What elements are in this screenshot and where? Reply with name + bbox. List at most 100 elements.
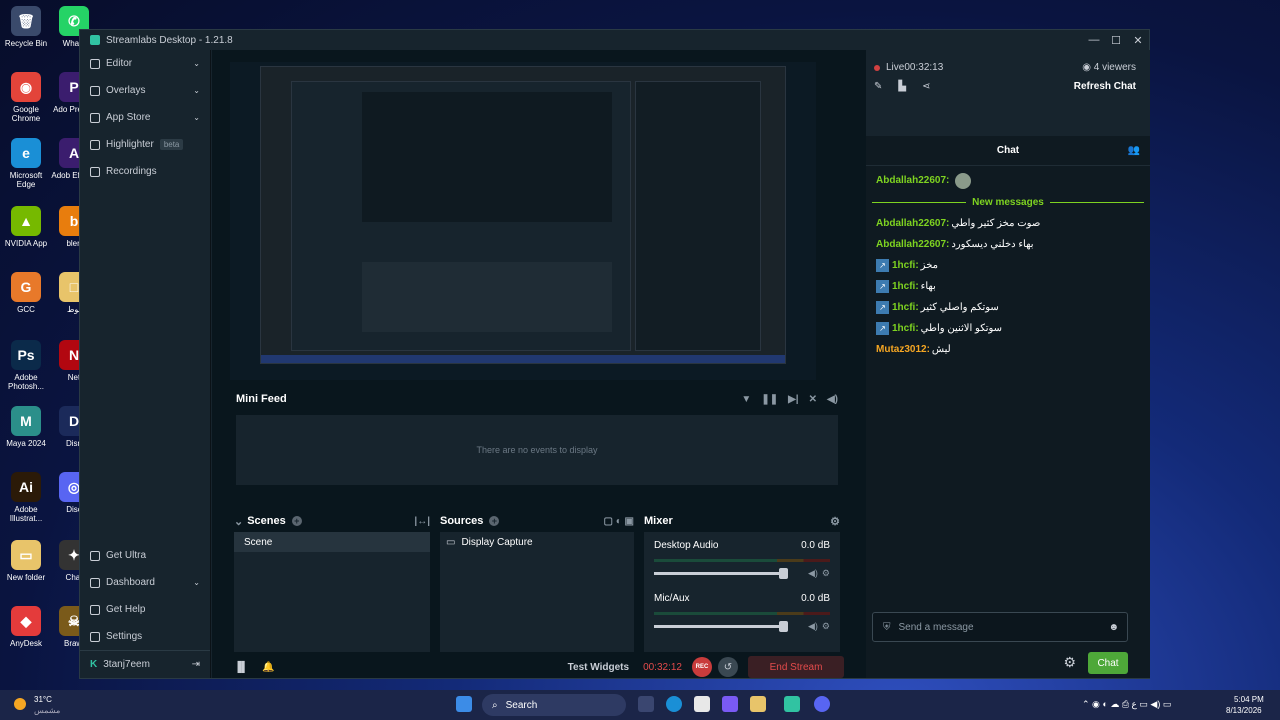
sidebar-item-dashboard[interactable]: Dashboard ⌄ [80, 569, 210, 596]
streamlabs-window: Streamlabs Desktop - 1.21.8 — ☐ ✕ Editor… [79, 29, 1150, 679]
mute-alerts-icon[interactable]: ✕ [809, 394, 817, 405]
source-tools-icon[interactable]: ▢ ◐ ▣ [604, 516, 635, 527]
discord-icon[interactable] [814, 696, 830, 712]
task-view-icon[interactable] [638, 696, 654, 712]
store-icon[interactable] [694, 696, 710, 712]
logout-icon[interactable]: ⇥ [192, 659, 200, 670]
chevron-down-icon: ⌄ [193, 578, 200, 587]
desktop-icon[interactable]: ▭ New folder [0, 540, 52, 582]
skip-icon[interactable]: ▶| [788, 394, 799, 405]
mini-feed: Mini Feed ▼ ❚❚ ▶| ✕ ◀) There are no even… [234, 387, 842, 499]
desktop-icon[interactable]: 🗑 Recycle Bin [0, 6, 52, 48]
chat-username[interactable]: Abdallah22607: [876, 218, 949, 229]
stats-icon[interactable]: ▐▌ [234, 662, 248, 673]
filter-icon[interactable]: ▼ [741, 394, 751, 405]
chat-username[interactable]: 1hcfi: [892, 323, 919, 334]
chat-text: بهاء [920, 281, 936, 292]
clock-date: 8/13/2026 [1226, 706, 1262, 715]
sidebar-item-get-ultra[interactable]: Get Ultra [80, 542, 210, 569]
close-button[interactable]: ✕ [1127, 34, 1149, 47]
sidebar-item-app-store[interactable]: App Store ⌄ [80, 104, 210, 131]
users-icon[interactable]: 👥 [1128, 145, 1140, 156]
desktop-icon[interactable]: Ps Adobe Photosh... [0, 340, 52, 391]
scene-item[interactable]: Scene [234, 532, 430, 552]
end-stream-button[interactable]: End Stream [748, 656, 844, 678]
volume-slider[interactable] [654, 568, 788, 579]
emoji-icon[interactable]: ☻ [1108, 622, 1119, 633]
desktop-icon[interactable]: M Maya 2024 [0, 406, 52, 448]
desktop-icon[interactable]: ▲ NVIDIA App [0, 206, 52, 248]
mixer-channel-desktop: Desktop Audio 0.0 dB ◀) ⚙ [644, 534, 840, 579]
desktop-icon[interactable]: ◉ Google Chrome [0, 72, 52, 123]
app-icon[interactable] [722, 696, 738, 712]
streamlabs-taskbar-icon[interactable] [784, 696, 800, 712]
chat-username[interactable]: Abdallah22607: [876, 239, 949, 250]
add-source-button[interactable]: + [489, 516, 500, 526]
chat-send-button[interactable]: Chat [1088, 652, 1128, 674]
refresh-chat-button[interactable]: Refresh Chat [1074, 81, 1136, 92]
volume-icon[interactable]: ◀) [827, 394, 838, 405]
edit-stream-icon[interactable]: ✎ [874, 81, 882, 92]
new-messages-separator: New messages [872, 191, 1144, 213]
desktop-icon[interactable]: G GCC [0, 272, 52, 314]
bell-icon[interactable]: 🔔 [262, 662, 274, 673]
taskbar-search[interactable]: ⌕ Search [482, 694, 626, 716]
gear-icon[interactable]: ⚙ [822, 568, 830, 579]
badge-icon: ↗ [876, 259, 889, 272]
sidebar-item-highlighter[interactable]: Highlighter beta [80, 131, 210, 158]
sidebar-item-label: Settings [106, 631, 143, 642]
send-message-field[interactable]: ⛨ Send a message ☻ [872, 612, 1128, 642]
shield-icon: ⛨ [883, 621, 891, 633]
gear-icon[interactable]: ⚙ [830, 515, 840, 528]
nested-taskbar [261, 355, 785, 363]
stream-preview[interactable] [230, 62, 816, 380]
scene-transition-icon[interactable]: |↔| [414, 516, 430, 527]
chat-username[interactable]: 1hcfi: [892, 260, 919, 271]
desktop-icon[interactable]: e Microsoft Edge [0, 138, 52, 189]
add-scene-button[interactable]: + [291, 516, 302, 526]
record-button[interactable]: REC [692, 657, 712, 677]
sidebar-item-label: Get Ultra [106, 550, 147, 561]
sidebar-item-recordings[interactable]: Recordings [80, 158, 210, 185]
search-icon: ⌕ [492, 699, 498, 711]
desktop-icon[interactable]: ◆ AnyDesk [0, 606, 52, 648]
sidebar-item-label: Dashboard [106, 577, 155, 588]
studio-mode-icon[interactable]: ▙ [898, 81, 906, 92]
test-widgets-button[interactable]: Test Widgets [568, 662, 629, 673]
source-item[interactable]: ▭ Display Capture [440, 532, 634, 552]
volume-slider[interactable] [654, 621, 788, 632]
minimize-button[interactable]: — [1083, 34, 1105, 47]
window-title: Streamlabs Desktop - 1.21.8 [106, 34, 233, 46]
sources-header: Sources + ▢ ◐ ▣ [440, 510, 634, 532]
pause-icon[interactable]: ❚❚ [761, 394, 778, 405]
user-row[interactable]: K 3tanj7eem ⇥ [80, 650, 210, 678]
sidebar-item-get-help[interactable]: Get Help [80, 596, 210, 623]
streamlabs-logo-icon [90, 35, 100, 45]
start-icon[interactable] [456, 696, 472, 712]
chat-message: ↗ 1hcfi: سوتكم واصلي كثير [866, 297, 1150, 318]
empty-events-text: There are no events to display [476, 445, 598, 455]
maximize-button[interactable]: ☐ [1105, 34, 1127, 47]
chat-username[interactable]: Abdallah22607: [876, 175, 949, 186]
slider-handle[interactable] [779, 568, 788, 579]
chat-username[interactable]: Mutaz3012: [876, 344, 930, 355]
speaker-icon[interactable]: ◀) [808, 621, 818, 632]
gear-icon[interactable]: ⚙ [1063, 654, 1076, 671]
chat-message: ↗ 1hcfi: سوتكو الاثنين واطي [866, 318, 1150, 339]
sidebar-item-overlays[interactable]: Overlays ⌄ [80, 77, 210, 104]
tray-icons[interactable]: ⌃ ◉ ◐ ☁ ⎙ ع ▭ ◀) ▭ [1082, 699, 1171, 710]
edge-icon[interactable] [666, 696, 682, 712]
chat-username[interactable]: 1hcfi: [892, 302, 919, 313]
collapse-chevron-icon[interactable]: ⌄ [234, 515, 243, 528]
gear-icon[interactable]: ⚙ [822, 621, 830, 632]
slider-handle[interactable] [779, 621, 788, 632]
desktop-icon[interactable]: Ai Adobe Illustrat... [0, 472, 52, 523]
speaker-icon[interactable]: ◀) [808, 568, 818, 579]
app-icon: G [11, 272, 41, 302]
file-explorer-icon[interactable] [750, 696, 766, 712]
share-icon[interactable]: ⋖ [922, 81, 930, 92]
chat-username[interactable]: 1hcfi: [892, 281, 919, 292]
sidebar-item-settings[interactable]: Settings [80, 623, 210, 650]
sidebar-item-editor[interactable]: Editor ⌄ [80, 50, 210, 77]
replay-buffer-icon[interactable]: ↺ [718, 657, 738, 677]
